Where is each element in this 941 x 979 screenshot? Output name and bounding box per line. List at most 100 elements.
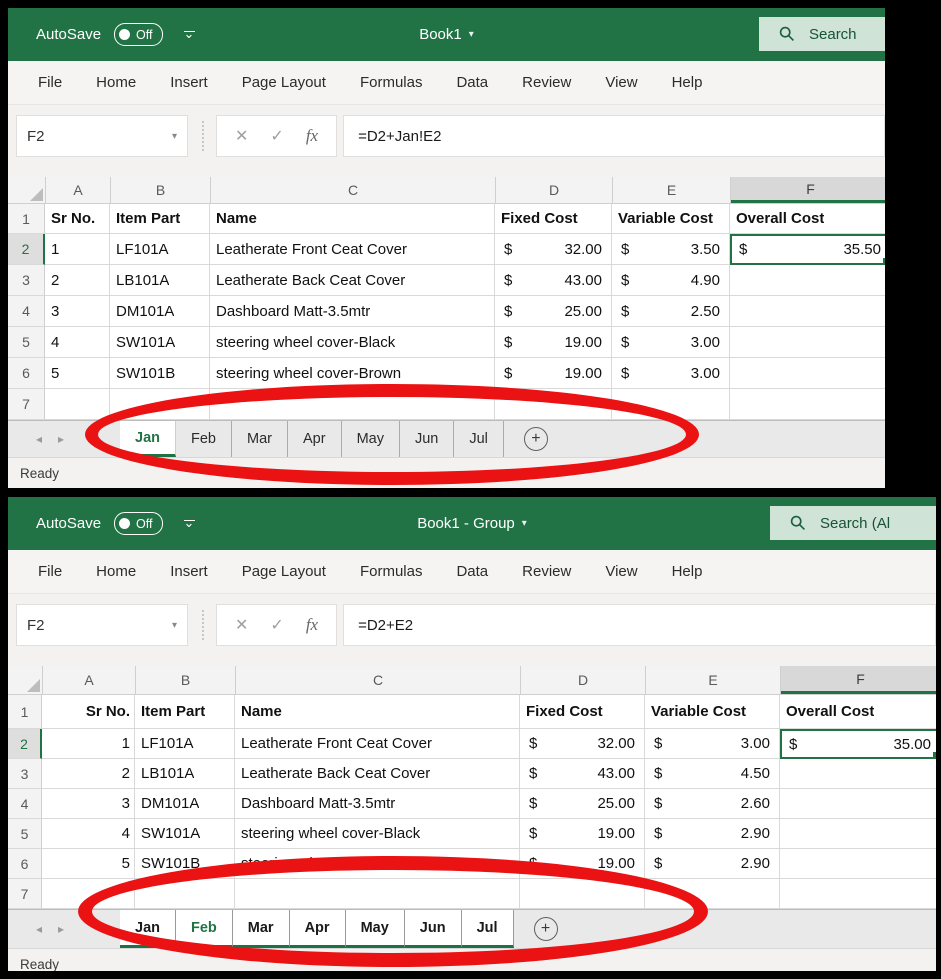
cell-F3[interactable] (780, 759, 936, 789)
row-header-6[interactable]: 6 (8, 358, 45, 389)
cell-E5[interactable]: $2.90 (645, 819, 780, 849)
cell-D3[interactable]: $43.00 (495, 265, 612, 296)
cell-D4[interactable]: $25.00 (520, 789, 645, 819)
cell-E6[interactable]: $2.90 (645, 849, 780, 879)
cell-B5[interactable]: SW101A (135, 819, 235, 849)
row-header-4[interactable]: 4 (8, 789, 42, 819)
cell-E4[interactable]: $2.50 (612, 296, 730, 327)
cell-A5[interactable]: 4 (45, 327, 110, 358)
title-dropdown-caret-icon[interactable]: ▾ (469, 29, 474, 40)
cell-C4[interactable]: Dashboard Matt-3.5mtr (210, 296, 495, 327)
cell-B7[interactable] (110, 389, 210, 420)
cell-F2[interactable]: $35.50 (730, 234, 885, 265)
cell-B3[interactable]: LB101A (110, 265, 210, 296)
menu-tab-home[interactable]: Home (96, 74, 136, 91)
fill-handle[interactable] (932, 751, 936, 759)
cell-E1[interactable]: Variable Cost (612, 204, 730, 234)
cell-D3[interactable]: $43.00 (520, 759, 645, 789)
cell-E4[interactable]: $2.60 (645, 789, 780, 819)
formula-input[interactable]: =D2+E2 (343, 604, 936, 646)
cell-D1[interactable]: Fixed Cost (520, 695, 645, 729)
cell-E7[interactable] (612, 389, 730, 420)
cell-A1[interactable]: Sr No. (45, 204, 110, 234)
cell-D2[interactable]: $32.00 (520, 729, 645, 759)
cell-B6[interactable]: SW101B (110, 358, 210, 389)
enter-icon[interactable]: ✓ (270, 615, 283, 635)
cell-C6[interactable]: steering wheel cover-Brown (210, 358, 495, 389)
cell-D5[interactable]: $19.00 (520, 819, 645, 849)
tab-scroll-right-icon[interactable]: ▸ (58, 922, 64, 936)
cell-C1[interactable]: Name (210, 204, 495, 234)
cell-C2[interactable]: Leatherate Front Ceat Cover (235, 729, 520, 759)
menu-tab-data[interactable]: Data (456, 563, 488, 580)
row-header-6[interactable]: 6 (8, 849, 42, 879)
sheet-tab-jun[interactable]: Jun (400, 421, 454, 457)
col-header-F[interactable]: F (731, 177, 885, 203)
menu-tab-file[interactable]: File (38, 563, 62, 580)
col-header-E[interactable]: E (613, 177, 731, 203)
cell-F2[interactable]: $35.00 (780, 729, 936, 759)
cell-C5[interactable]: steering wheel cover-Black (235, 819, 520, 849)
autosave-toggle[interactable]: Off (114, 512, 162, 535)
cell-F7[interactable] (730, 389, 885, 420)
tab-scroll-left-icon[interactable]: ◂ (36, 922, 42, 936)
menu-tab-data[interactable]: Data (456, 74, 488, 91)
cell-F1[interactable]: Overall Cost (780, 695, 936, 729)
cell-B6[interactable]: SW101B (135, 849, 235, 879)
col-header-C[interactable]: C (236, 666, 521, 694)
cell-C3[interactable]: Leatherate Back Ceat Cover (210, 265, 495, 296)
search-box[interactable]: Search (Al (770, 506, 936, 540)
cell-B4[interactable]: DM101A (110, 296, 210, 327)
menu-tab-page-layout[interactable]: Page Layout (242, 74, 326, 91)
col-header-A[interactable]: A (43, 666, 136, 694)
col-header-F[interactable]: F (781, 666, 936, 694)
autosave-toggle[interactable]: Off (114, 23, 162, 46)
cell-F6[interactable] (730, 358, 885, 389)
cell-C4[interactable]: Dashboard Matt-3.5mtr (235, 789, 520, 819)
cell-C1[interactable]: Name (235, 695, 520, 729)
sheet-tab-jan[interactable]: Jan (120, 421, 176, 457)
cell-E3[interactable]: $4.90 (612, 265, 730, 296)
row-header-2[interactable]: 2 (8, 729, 42, 759)
select-all-button[interactable] (8, 666, 43, 694)
formula-input[interactable]: =D2+Jan!E2 (343, 115, 885, 157)
cancel-icon[interactable]: ✕ (235, 126, 248, 146)
cell-B2[interactable]: LF101A (110, 234, 210, 265)
row-header-1[interactable]: 1 (8, 204, 45, 234)
menu-tab-review[interactable]: Review (522, 563, 571, 580)
col-header-B[interactable]: B (136, 666, 236, 694)
cancel-icon[interactable]: ✕ (235, 615, 248, 635)
cell-A7[interactable] (42, 879, 135, 909)
menu-tab-page-layout[interactable]: Page Layout (242, 563, 326, 580)
cell-C7[interactable] (210, 389, 495, 420)
tab-scroll-left-icon[interactable]: ◂ (36, 432, 42, 446)
new-sheet-button[interactable]: + (524, 427, 548, 451)
menu-tab-help[interactable]: Help (672, 563, 703, 580)
row-header-7[interactable]: 7 (8, 879, 42, 909)
menu-tab-view[interactable]: View (605, 563, 637, 580)
cell-D1[interactable]: Fixed Cost (495, 204, 612, 234)
cell-E7[interactable] (645, 879, 780, 909)
menu-tab-file[interactable]: File (38, 74, 62, 91)
sheet-tab-apr[interactable]: Apr (290, 910, 346, 948)
cell-D7[interactable] (520, 879, 645, 909)
sheet-tab-mar[interactable]: Mar (233, 910, 290, 948)
cell-F4[interactable] (780, 789, 936, 819)
menu-tab-insert[interactable]: Insert (170, 563, 208, 580)
cell-D5[interactable]: $19.00 (495, 327, 612, 358)
cell-F6[interactable] (780, 849, 936, 879)
name-box-caret-icon[interactable]: ▾ (172, 131, 177, 142)
sheet-tab-jul[interactable]: Jul (462, 910, 514, 948)
fill-handle[interactable] (882, 257, 885, 265)
cell-D6[interactable]: $19.00 (495, 358, 612, 389)
cell-A3[interactable]: 2 (45, 265, 110, 296)
cell-E1[interactable]: Variable Cost (645, 695, 780, 729)
name-box[interactable]: F2▾ (16, 604, 188, 646)
menu-tab-home[interactable]: Home (96, 563, 136, 580)
menu-tab-view[interactable]: View (605, 74, 637, 91)
col-header-D[interactable]: D (521, 666, 646, 694)
row-header-5[interactable]: 5 (8, 327, 45, 358)
cell-D4[interactable]: $25.00 (495, 296, 612, 327)
cell-B1[interactable]: Item Part (110, 204, 210, 234)
cell-F5[interactable] (780, 819, 936, 849)
